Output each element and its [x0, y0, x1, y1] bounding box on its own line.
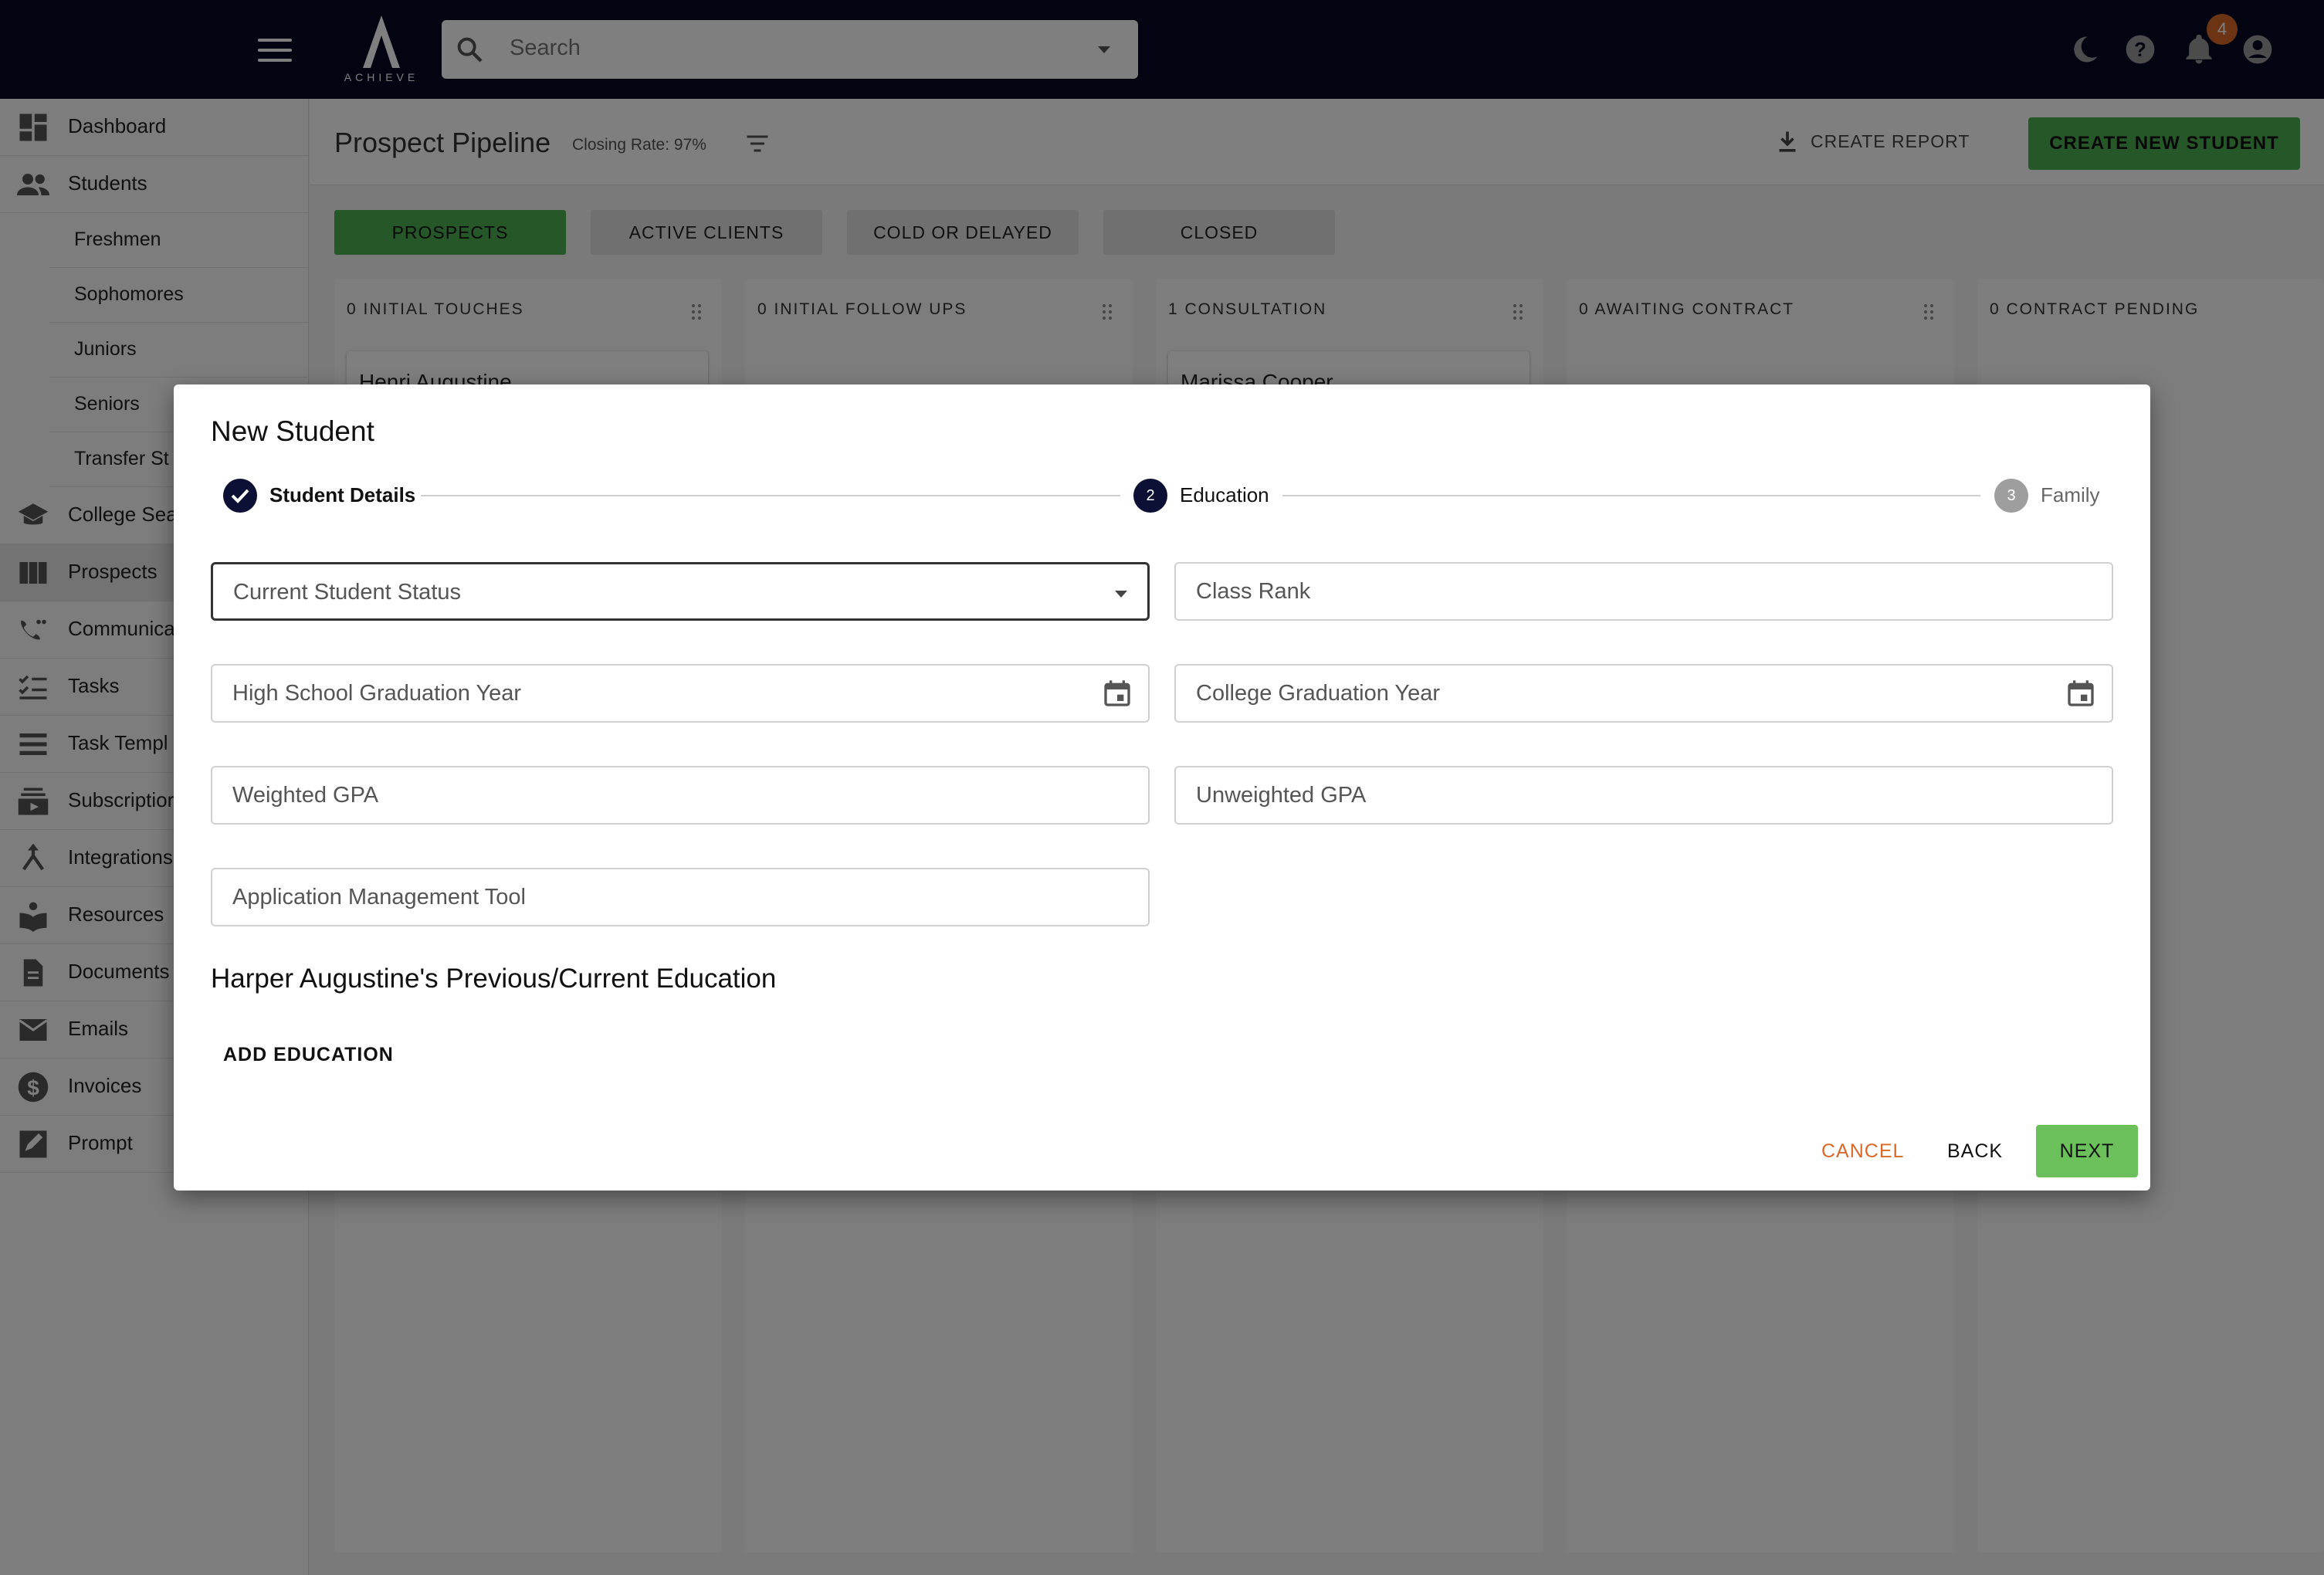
- field-label: High School Graduation Year: [232, 681, 522, 706]
- chevron-down-icon: [1115, 591, 1127, 598]
- calendar-icon[interactable]: [1102, 678, 1133, 709]
- step-2-label: Education: [1180, 483, 1269, 506]
- application-management-tool-field[interactable]: Application Management Tool: [211, 868, 1150, 926]
- cancel-button[interactable]: CANCEL: [1821, 1140, 1904, 1163]
- unweighted-gpa-field[interactable]: Unweighted GPA: [1174, 766, 2113, 825]
- step-1-complete: [223, 479, 257, 513]
- high-school-graduation-year-field[interactable]: High School Graduation Year: [211, 664, 1150, 723]
- current-student-status-select[interactable]: Current Student Status: [211, 562, 1150, 621]
- field-label: Weighted GPA: [232, 783, 379, 808]
- previous-education-heading: Harper Augustine's Previous/Current Educ…: [211, 964, 777, 994]
- step-1-label: Student Details: [269, 483, 416, 506]
- field-label: Unweighted GPA: [1196, 783, 1367, 808]
- class-rank-field[interactable]: Class Rank: [1174, 562, 2113, 621]
- step-2-number: 2: [1133, 479, 1167, 513]
- step-connector: [1282, 495, 1980, 496]
- field-label: Application Management Tool: [232, 885, 526, 909]
- college-graduation-year-field[interactable]: College Graduation Year: [1174, 664, 2113, 723]
- add-education-button[interactable]: ADD EDUCATION: [223, 1044, 394, 1066]
- dialog-title: New Student: [211, 415, 374, 447]
- field-label: Class Rank: [1196, 579, 1311, 604]
- calendar-icon[interactable]: [2065, 678, 2096, 709]
- field-label: Current Student Status: [233, 580, 461, 605]
- step-connector: [421, 495, 1120, 496]
- new-student-dialog: New Student Student Details 2 Education …: [174, 384, 2150, 1191]
- back-button[interactable]: BACK: [1947, 1140, 2003, 1163]
- field-label: College Graduation Year: [1196, 681, 1441, 706]
- step-3-label: Family: [2041, 483, 2100, 506]
- weighted-gpa-field[interactable]: Weighted GPA: [211, 766, 1150, 825]
- next-button[interactable]: NEXT: [2036, 1125, 2138, 1177]
- step-3-number: 3: [1994, 479, 2028, 513]
- check-icon: [231, 489, 249, 503]
